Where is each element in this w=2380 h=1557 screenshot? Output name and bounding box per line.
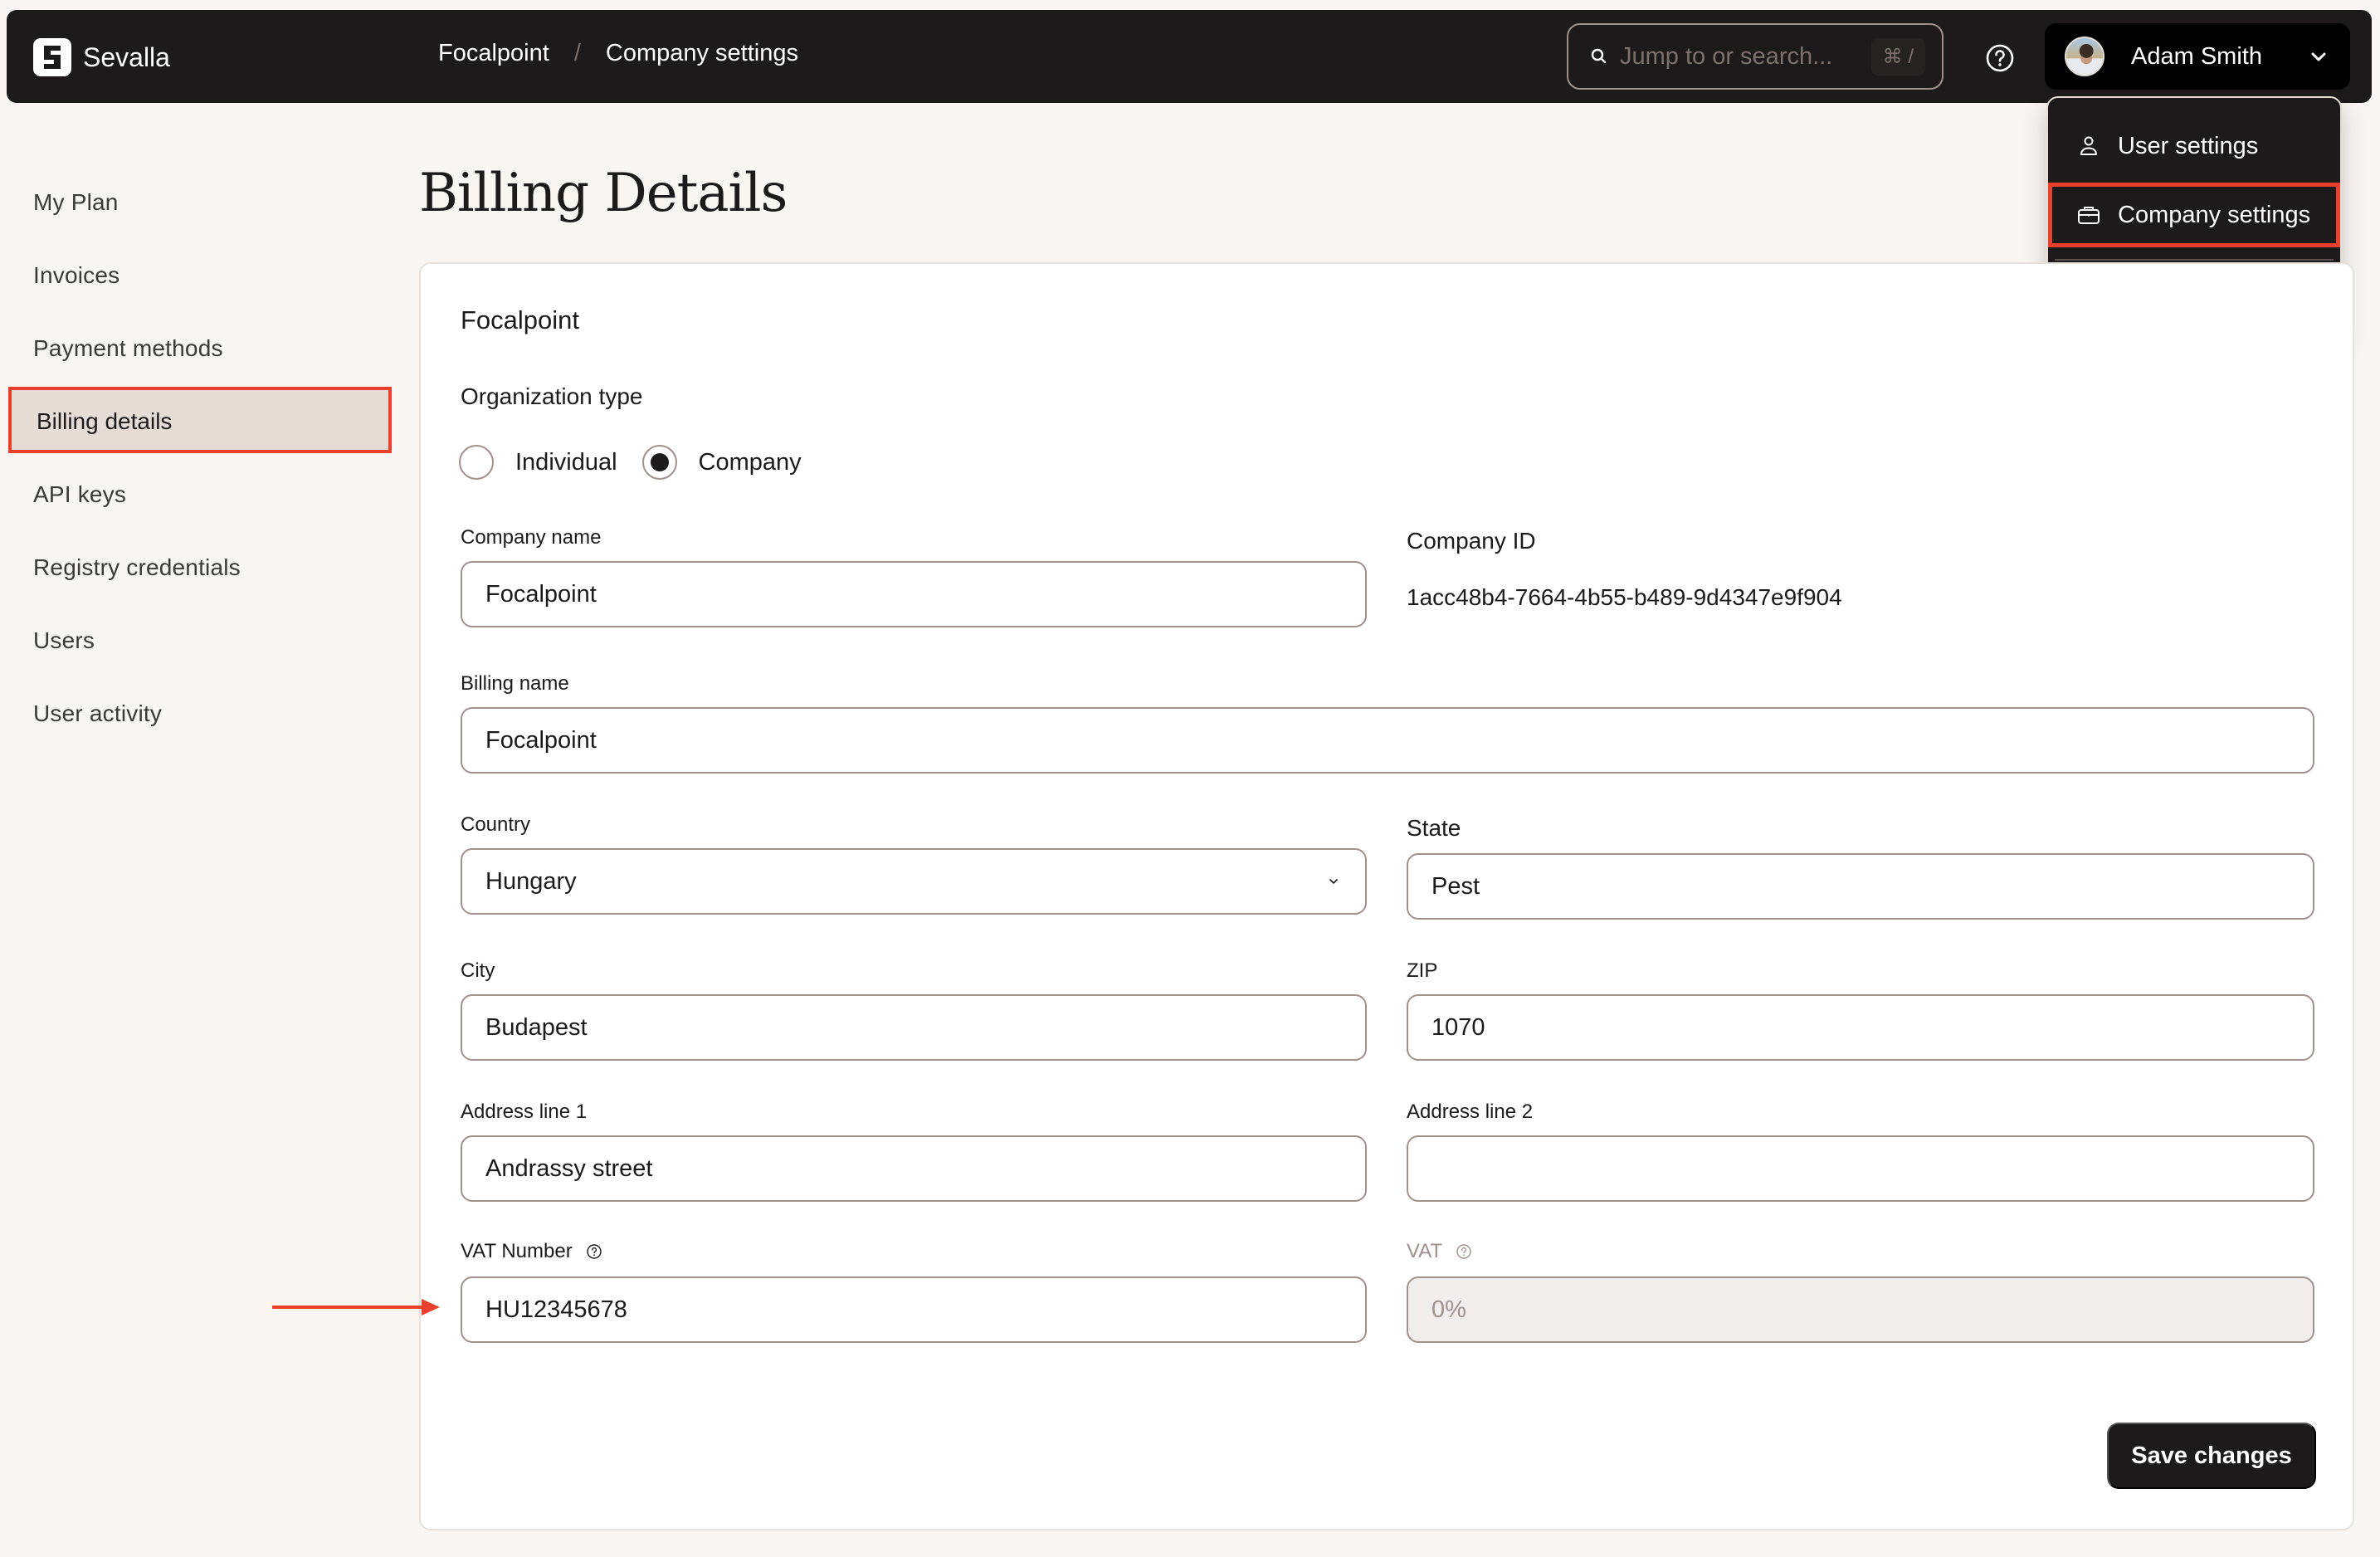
user-name: Adam Smith (2131, 42, 2262, 70)
sidebar-item-payment-methods[interactable]: Payment methods (33, 332, 223, 365)
company-id-label: Company ID (1407, 528, 1536, 554)
address-line-2-label: Address line 2 (1407, 1101, 1534, 1123)
card-title: Focalpoint (461, 305, 580, 334)
state-input[interactable]: Pest (1407, 853, 2314, 920)
menu-item-label: User settings (2118, 132, 2259, 159)
sidebar-item-registry-credentials[interactable]: Registry credentials (33, 551, 241, 584)
vat-number-input[interactable]: HU12345678 (461, 1276, 1367, 1343)
city-label: City (461, 959, 495, 982)
billing-details-card: Focalpoint Organization type Individual … (419, 262, 2354, 1530)
user-icon (2080, 136, 2097, 155)
address-line-1-value: Andrassy street (485, 1154, 653, 1182)
search-icon (1591, 48, 1607, 64)
country-label: Country (461, 813, 531, 836)
menu-item-company-settings[interactable]: Company settings (2048, 183, 2340, 247)
company-name-value: Focalpoint (485, 580, 597, 608)
billing-name-value: Focalpoint (485, 726, 597, 754)
sidebar-item-api-keys[interactable]: API keys (33, 478, 126, 511)
briefcase-icon (2078, 207, 2100, 224)
app-logo[interactable]: Sevalla (33, 38, 170, 76)
sidebar-item-my-plan[interactable]: My Plan (33, 186, 119, 219)
app-name: Sevalla (83, 41, 170, 72)
address-line-2-input[interactable] (1407, 1135, 2314, 1202)
organization-type-radio-group: Individual Company (459, 445, 827, 480)
help-circle-icon[interactable] (586, 1243, 602, 1260)
state-label: State (1407, 815, 1461, 841)
radio-label-company[interactable]: Company (699, 449, 802, 476)
address-line-1-input[interactable]: Andrassy street (461, 1135, 1367, 1202)
user-menu-button[interactable]: Adam Smith (2045, 23, 2350, 90)
search-box[interactable]: Jump to or search... ⌘ / (1567, 23, 1944, 90)
radio-company[interactable] (641, 445, 677, 480)
help-circle-icon[interactable] (1985, 43, 2015, 73)
chevron-down-icon (2311, 52, 2326, 61)
sidebar-item-invoices[interactable]: Invoices (33, 259, 119, 292)
sidebar-item-label: Billing details (37, 408, 173, 434)
sidebar-item-billing-details[interactable]: Billing details (8, 387, 392, 453)
vat-number-label-text: VAT Number (461, 1240, 573, 1262)
menu-item-user-settings[interactable]: User settings (2048, 123, 2340, 169)
country-value: Hungary (485, 867, 577, 895)
vat-input: 0% (1407, 1276, 2314, 1343)
radio-label-individual[interactable]: Individual (515, 449, 617, 476)
breadcrumb-item-current: Company settings (605, 40, 798, 66)
state-value: Pest (1431, 872, 1480, 900)
zip-input[interactable]: 1070 (1407, 994, 2314, 1061)
vat-number-label: VAT Number (461, 1240, 602, 1263)
breadcrumb-separator: / (573, 40, 581, 66)
annotation-arrow-icon (272, 1299, 440, 1315)
vat-label-text: VAT (1407, 1240, 1443, 1262)
search-shortcut-badge: ⌘ / (1870, 37, 1925, 76)
zip-value: 1070 (1431, 1013, 1485, 1041)
city-input[interactable]: Budapest (461, 994, 1367, 1061)
company-name-input[interactable]: Focalpoint (461, 561, 1367, 627)
avatar (2065, 37, 2104, 76)
company-id-value: 1acc48b4-7664-4b55-b489-9d4347e9f904 (1407, 584, 1842, 610)
vat-number-value: HU12345678 (485, 1296, 627, 1323)
country-select[interactable]: Hungary (461, 848, 1367, 915)
breadcrumb: Focalpoint / Company settings (438, 40, 798, 67)
page-title: Billing Details (419, 163, 788, 224)
city-value: Budapest (485, 1013, 588, 1041)
zip-label: ZIP (1407, 959, 1438, 982)
sidebar-item-users[interactable]: Users (33, 624, 95, 657)
breadcrumb-item-organization[interactable]: Focalpoint (438, 40, 549, 67)
address-line-1-label: Address line 1 (461, 1101, 588, 1123)
sevalla-logo-icon (33, 38, 71, 76)
company-name-label: Company name (461, 526, 602, 549)
vat-value: 0% (1431, 1296, 1466, 1323)
sidebar-item-user-activity[interactable]: User activity (33, 697, 162, 730)
help-circle-icon[interactable] (1456, 1243, 1472, 1260)
menu-item-label: Company settings (2118, 201, 2311, 228)
search-input[interactable]: Jump to or search... (1620, 43, 1860, 71)
radio-individual[interactable] (459, 445, 494, 480)
save-changes-button[interactable]: Save changes (2107, 1423, 2316, 1489)
organization-type-label: Organization type (461, 383, 643, 409)
billing-name-input[interactable]: Focalpoint (461, 707, 2314, 774)
chevron-down-icon (1329, 879, 1338, 884)
vat-label: VAT (1407, 1240, 1472, 1263)
menu-divider (2055, 259, 2334, 261)
top-bar: Sevalla Focalpoint / Company settings Ju… (7, 10, 2372, 103)
billing-name-label: Billing name (461, 672, 569, 695)
